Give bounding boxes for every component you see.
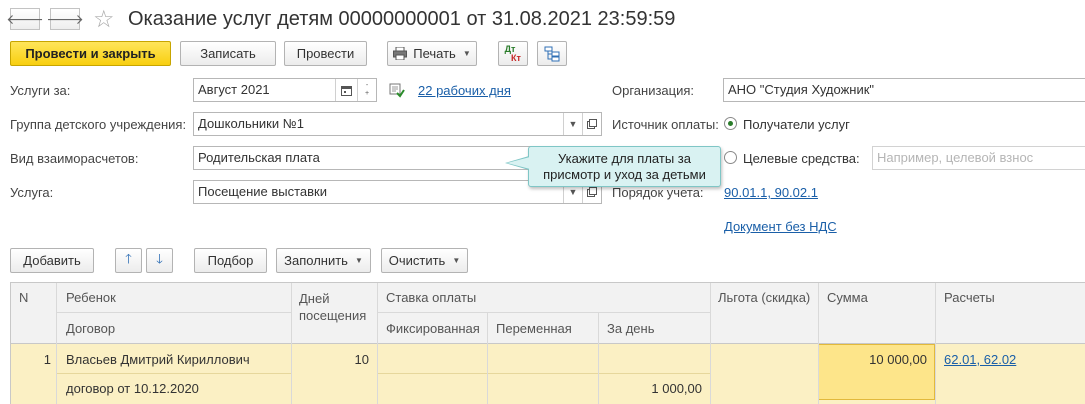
cell-days[interactable]: 10 [291, 352, 369, 367]
target-funds-placeholder: Например, целевой взнос [877, 150, 1034, 165]
col-days-header[interactable]: Дней посещения [299, 290, 366, 324]
clear-label: Очистить [388, 253, 446, 268]
page-title: Оказание услуг детям 00000000001 от 31.0… [128, 8, 676, 30]
accounting-order-label: Порядок учета: [612, 185, 704, 200]
star-icon[interactable]: ☆ [93, 5, 115, 34]
chevron-down-icon: ▼ [452, 256, 461, 265]
col-benefit-header[interactable]: Льгота (скидка) [718, 290, 810, 305]
step-down-icon[interactable]: + [365, 90, 369, 98]
col-rate-header[interactable]: Ставка оплаты [386, 290, 476, 305]
target-funds-field[interactable]: Например, целевой взнос [872, 146, 1085, 170]
col-fixed-header[interactable]: Фиксированная [386, 321, 480, 336]
service-value: Посещение выставки [198, 184, 328, 199]
dt-kt-icon-bottom: Кт [511, 52, 521, 63]
col-days-header-line2: посещения [299, 308, 367, 323]
col-sum-header[interactable]: Сумма [827, 290, 868, 305]
move-up-button[interactable]: 🡑 [115, 248, 142, 273]
organization-label: Организация: [612, 83, 695, 98]
vat-link[interactable]: Документ без НДС [724, 219, 837, 234]
add-button[interactable]: Добавить [10, 248, 94, 273]
organization-value: АНО "Студия Художник" [728, 82, 875, 97]
col-days-header-line1: Дней [299, 291, 330, 306]
radio-service-recipients-label: Получатели услуг [743, 117, 850, 132]
col-n-header[interactable]: N [19, 290, 28, 305]
col-child-header[interactable]: Ребенок [66, 290, 116, 305]
structure-button[interactable] [537, 41, 567, 66]
col-per-day-header[interactable]: За день [607, 321, 654, 336]
dt-kt-button[interactable]: Дт Кт [498, 41, 528, 66]
col-variable-header[interactable]: Переменная [496, 321, 572, 336]
open-icon[interactable] [582, 113, 601, 135]
col-calc-header[interactable]: Расчеты [944, 290, 995, 305]
back-button[interactable]: 🡐 [6, 8, 44, 30]
period-stepper[interactable]: - + [357, 79, 376, 101]
group-field[interactable]: Дошкольники №1 ▼ [193, 112, 602, 136]
service-label: Услуга: [10, 185, 54, 200]
chevron-down-icon: ▼ [354, 256, 363, 265]
services-for-label: Услуги за: [10, 83, 71, 98]
select-button[interactable]: Подбор [194, 248, 267, 273]
settlement-type-label: Вид взаиморасчетов: [10, 151, 139, 166]
work-days-link[interactable]: 22 рабочих дня [418, 83, 511, 98]
organization-field[interactable]: АНО "Студия Художник" [723, 78, 1085, 102]
cell-calc-link[interactable]: 62.01, 62.02 [944, 352, 1016, 367]
hint-tooltip: Укажите для платы за присмотр и уход за … [505, 146, 721, 187]
tooltip-line1: Укажите для платы за [558, 151, 691, 166]
radio-target-funds[interactable] [724, 151, 737, 164]
cell-per-day[interactable]: 1 000,00 [598, 381, 702, 396]
post-and-close-label: Провести и закрыть [25, 46, 156, 61]
cell-n: 1 [43, 352, 51, 367]
period-value: Август 2021 [198, 82, 270, 97]
printer-icon [393, 47, 408, 60]
move-down-button[interactable]: 🡓 [146, 248, 173, 273]
settlement-type-value: Родительская плата [198, 150, 320, 165]
arrow-down-icon: 🡓 [156, 250, 163, 266]
tooltip-line2: присмотр и уход за детьми [543, 167, 706, 182]
structure-icon [544, 46, 560, 61]
group-value: Дошкольники №1 [198, 116, 304, 131]
post-and-close-button[interactable]: Провести и закрыть [10, 41, 171, 66]
radio-service-recipients[interactable] [724, 117, 737, 130]
payment-source-label: Источник оплаты: [612, 117, 719, 132]
arrow-up-icon: 🡑 [125, 250, 132, 266]
print-button[interactable]: Печать ▼ [387, 41, 477, 66]
work-calendar-icon [389, 83, 405, 98]
cell-contract[interactable]: договор от 10.12.2020 [66, 381, 199, 396]
clear-button[interactable]: Очистить ▼ [381, 248, 468, 273]
cell-child[interactable]: Власьев Дмитрий Кириллович [66, 352, 250, 367]
calendar-icon[interactable] [335, 79, 357, 101]
select-label: Подбор [207, 253, 254, 268]
chevron-down-icon: ▼ [462, 49, 471, 58]
print-label: Печать [413, 46, 456, 61]
save-label: Записать [200, 46, 256, 61]
arrow-right-icon: 🡒 [46, 10, 84, 27]
group-label: Группа детского учреждения: [10, 117, 187, 132]
fill-button[interactable]: Заполнить ▼ [276, 248, 371, 273]
arrow-left-icon: 🡐 [6, 10, 44, 27]
save-button[interactable]: Записать [180, 41, 276, 66]
forward-button[interactable]: 🡒 [46, 8, 84, 30]
radio-target-funds-label: Целевые средства: [743, 151, 860, 166]
post-label: Провести [296, 46, 355, 61]
accounting-order-link[interactable]: 90.01.1, 90.02.1 [724, 185, 818, 200]
post-button[interactable]: Провести [284, 41, 367, 66]
period-field[interactable]: Август 2021 - + [193, 78, 377, 102]
cell-sum[interactable]: 10 000,00 [818, 352, 927, 367]
add-label: Добавить [23, 253, 81, 268]
step-up-icon[interactable]: - [366, 82, 368, 90]
fill-label: Заполнить [284, 253, 348, 268]
col-contract-header[interactable]: Договор [66, 321, 115, 336]
chevron-down-icon[interactable]: ▼ [563, 113, 582, 135]
